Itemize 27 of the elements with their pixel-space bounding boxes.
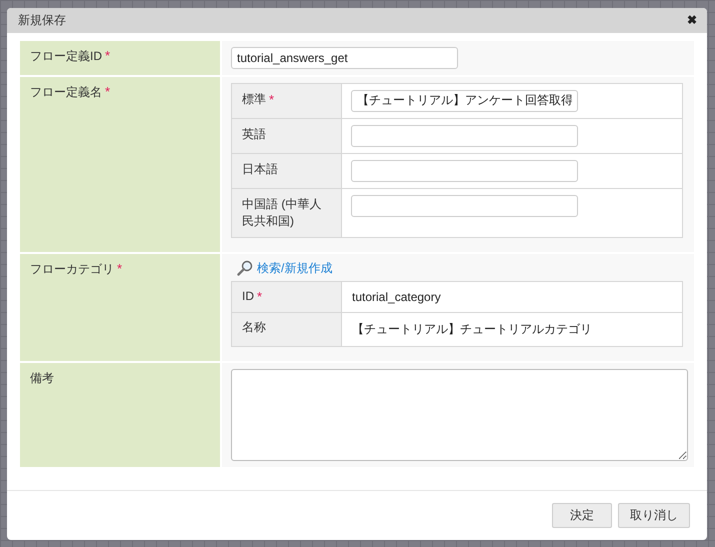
label-text: フローカテゴリ xyxy=(30,262,114,276)
input-field[interactable] xyxy=(351,160,578,182)
required-mark: * xyxy=(105,84,110,99)
required-mark: * xyxy=(269,92,274,107)
search-icon xyxy=(237,260,253,276)
label-text: 日本語 xyxy=(242,162,278,176)
window-title: 新規保存 xyxy=(18,12,66,29)
input-field[interactable]: tutorial_answers_get xyxy=(231,46,458,69)
label-text: 英語 xyxy=(242,126,266,141)
input-field[interactable] xyxy=(351,124,578,147)
table-cell: 【チュートリアル】チュートリアルカテゴリ xyxy=(342,312,682,346)
label-text: 備考 xyxy=(30,370,54,385)
label-text: 名称 xyxy=(242,320,266,334)
label-text: フロー定義名 xyxy=(30,84,102,99)
required-mark: * xyxy=(105,48,110,63)
label-text: 中国語 (中華人民共和国) xyxy=(242,196,322,228)
search-link[interactable]: 検索/新規作成 xyxy=(237,260,332,277)
table-cell: tutorial_category xyxy=(342,281,682,312)
label-text: ID xyxy=(242,288,254,303)
label-text: 標準 xyxy=(242,92,266,106)
required-mark: * xyxy=(257,288,262,304)
input-field[interactable] xyxy=(351,194,578,217)
close-button[interactable]: ✖ xyxy=(687,13,697,28)
dialog-button[interactable]: 決定 xyxy=(552,502,612,528)
required-mark: * xyxy=(117,260,122,276)
label-text: フロー定義ID xyxy=(30,48,102,63)
dialog-button[interactable]: 取り消し xyxy=(618,502,690,528)
